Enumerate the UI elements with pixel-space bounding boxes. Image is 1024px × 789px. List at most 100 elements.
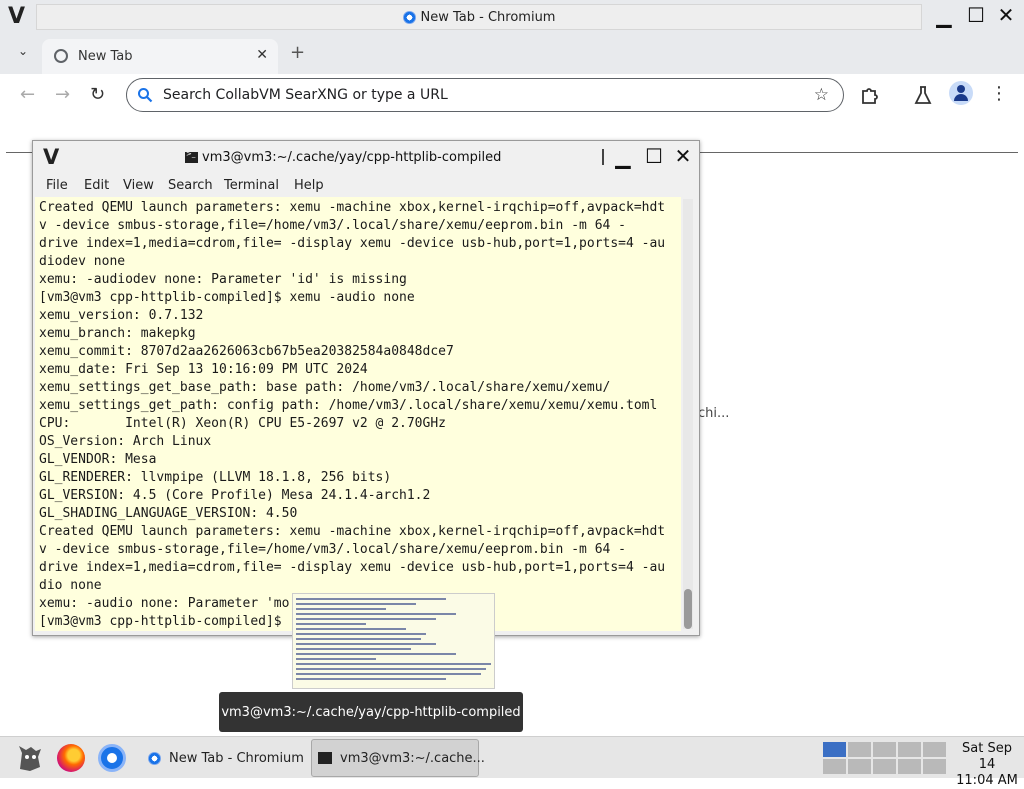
taskbar-item-chromium[interactable]: New Tab - Chromium xyxy=(142,739,306,777)
terminal-icon xyxy=(318,752,332,764)
taskbar-tooltip: vm3@vm3:~/.cache/yay/cpp-httplib-compile… xyxy=(219,692,523,732)
reload-icon[interactable]: ↻ xyxy=(90,84,105,105)
app-logo-icon[interactable]: V xyxy=(8,4,30,29)
star-icon[interactable]: ☆ xyxy=(814,85,829,105)
thumbnail-line xyxy=(296,638,421,640)
omnibox-placeholder: Search CollabVM SearXNG or type a URL xyxy=(163,87,448,103)
back-arrow-icon[interactable]: ← xyxy=(20,84,35,105)
workspace-9[interactable] xyxy=(897,758,922,775)
workspace-pager[interactable] xyxy=(822,741,948,775)
plus-icon[interactable]: + xyxy=(290,42,305,63)
workspace-6[interactable] xyxy=(822,758,847,775)
menu-edit[interactable]: Edit xyxy=(84,178,109,193)
window-title-area[interactable]: New Tab - Chromium xyxy=(36,4,922,30)
globe-icon xyxy=(54,49,68,63)
menu-view[interactable]: View xyxy=(123,178,154,193)
close-icon[interactable]: ✕ xyxy=(256,47,268,63)
tab-new-tab[interactable]: New Tab ✕ xyxy=(42,39,278,74)
terminal-line: Created QEMU launch parameters: xemu -ma… xyxy=(39,200,666,215)
terminal-window: V vm3@vm3:~/.cache/yay/cpp-httplib-compi… xyxy=(32,140,700,636)
menu-help[interactable]: Help xyxy=(294,178,324,193)
terminal-title-text: vm3@vm3:~/.cache/yay/cpp-httplib-compile… xyxy=(202,150,502,165)
menu-terminal[interactable]: Terminal xyxy=(224,178,279,193)
close-icon[interactable]: ✕ xyxy=(673,146,693,166)
tab-strip: ⌄ New Tab ✕ + xyxy=(0,34,1024,74)
workspace-4[interactable] xyxy=(897,741,922,758)
terminal-line: xemu_commit: 8707d2aa2626063cb67b5ea2038… xyxy=(39,344,454,359)
clock-date: Sat Sep 14 xyxy=(962,741,1012,772)
browser-toolbar: ← → ↻ Search CollabVM SearXNG or type a … xyxy=(0,74,1024,116)
thumbnail-line xyxy=(296,603,416,605)
labs-flask-icon[interactable] xyxy=(914,85,932,105)
terminal-line: drive index=1,media=cdrom,file= -display… xyxy=(39,560,666,575)
workspace-2[interactable] xyxy=(847,741,872,758)
thumbnail-line xyxy=(296,628,406,630)
workspace-8[interactable] xyxy=(872,758,897,775)
chevron-down-icon[interactable]: ⌄ xyxy=(18,44,28,58)
thumbnail-line xyxy=(296,663,491,665)
close-icon[interactable]: ✕ xyxy=(996,5,1016,25)
terminal-line: Created QEMU launch parameters: xemu -ma… xyxy=(39,524,666,539)
thumbnail-line xyxy=(296,658,376,660)
terminal-line: [vm3@vm3 cpp-httplib-compiled]$ xyxy=(39,614,282,629)
thumbnail-line xyxy=(296,633,426,635)
terminal-line: xemu_version: 0.7.132 xyxy=(39,308,204,323)
terminal-line: xemu_date: Fri Sep 13 10:16:09 PM UTC 20… xyxy=(39,362,368,377)
terminal-line: xemu: -audiodev none: Parameter 'id' is … xyxy=(39,272,407,287)
terminal-scrollbar[interactable] xyxy=(683,199,693,629)
chromium-titlebar: V New Tab - Chromium ▁ ☐ ✕ xyxy=(0,0,1024,34)
terminal-line: v -device smbus-storage,file=/home/vm3/.… xyxy=(39,218,626,233)
extensions-icon[interactable] xyxy=(860,85,880,105)
maximize-icon[interactable]: ☐ xyxy=(644,146,664,166)
terminal-titlebar[interactable]: V vm3@vm3:~/.cache/yay/cpp-httplib-compi… xyxy=(33,141,699,175)
thumbnail-line xyxy=(296,678,446,680)
workspace-3[interactable] xyxy=(872,741,897,758)
terminal-line: CPU: Intel(R) Xeon(R) CPU E5-2697 v2 @ 2… xyxy=(39,416,446,431)
thumbnail-line xyxy=(296,643,436,645)
menu-search[interactable]: Search xyxy=(168,178,213,193)
terminal-line: drive index=1,media=cdrom,file= -display… xyxy=(39,236,666,251)
workspace-7[interactable] xyxy=(847,758,872,775)
terminal-output[interactable]: Created QEMU launch parameters: xemu -ma… xyxy=(35,197,681,631)
terminal-line: dio none xyxy=(39,578,102,593)
terminal-line: xemu_settings_get_path: config path: /ho… xyxy=(39,398,658,413)
clock-time: 11:04 AM xyxy=(956,773,1018,788)
app-logo-icon[interactable]: V xyxy=(43,145,59,169)
background-text-snippet: chi... xyxy=(698,406,730,421)
taskbar-item-terminal[interactable]: vm3@vm3:~/.cache... xyxy=(311,739,485,777)
window-thumbnail-preview[interactable] xyxy=(292,593,495,689)
terminal-line: v -device smbus-storage,file=/home/vm3/.… xyxy=(39,542,626,557)
thumbnail-line xyxy=(296,613,456,615)
taskbar-item-label: vm3@vm3:~/.cache... xyxy=(340,750,485,766)
search-icon xyxy=(138,88,153,103)
workspace-5[interactable] xyxy=(922,741,947,758)
minimize-icon[interactable]: ▁ xyxy=(934,6,954,26)
menu-file[interactable]: File xyxy=(46,178,68,193)
fox-launcher-icon[interactable] xyxy=(16,743,44,773)
thumbnail-line xyxy=(296,648,411,650)
workspace-10[interactable] xyxy=(922,758,947,775)
divider xyxy=(602,149,604,165)
minimize-icon[interactable]: ▁ xyxy=(613,147,633,167)
terminal-title: vm3@vm3:~/.cache/yay/cpp-httplib-compile… xyxy=(185,150,501,165)
firefox-icon[interactable] xyxy=(57,744,85,772)
clock[interactable]: Sat Sep 14 11:04 AM xyxy=(952,741,1022,789)
terminal-scrollbar-thumb[interactable] xyxy=(684,589,692,629)
workspace-1[interactable] xyxy=(822,741,847,758)
terminal-line: xemu_settings_get_base_path: base path: … xyxy=(39,380,611,395)
kebab-menu-icon[interactable]: ⋮ xyxy=(990,83,1008,104)
thumbnail-line xyxy=(296,598,446,600)
omnibox[interactable]: Search CollabVM SearXNG or type a URL ☆ xyxy=(126,78,844,112)
terminal-line: OS_Version: Arch Linux xyxy=(39,434,212,449)
forward-arrow-icon[interactable]: → xyxy=(55,84,70,105)
terminal-line: xemu: -audio none: Parameter 'mo xyxy=(39,596,290,611)
terminal-line: diodev none xyxy=(39,254,126,269)
terminal-line: [vm3@vm3 cpp-httplib-compiled]$ xemu -au… xyxy=(39,290,415,305)
terminal-line: xemu_branch: makepkg xyxy=(39,326,196,341)
thumbnail-line xyxy=(296,668,486,670)
terminal-line: GL_VERSION: 4.5 (Core Profile) Mesa 24.1… xyxy=(39,488,431,503)
profile-icon[interactable] xyxy=(949,81,973,105)
globe-icon xyxy=(148,751,161,765)
maximize-icon[interactable]: ☐ xyxy=(966,5,986,25)
chromium-icon[interactable] xyxy=(98,744,126,772)
